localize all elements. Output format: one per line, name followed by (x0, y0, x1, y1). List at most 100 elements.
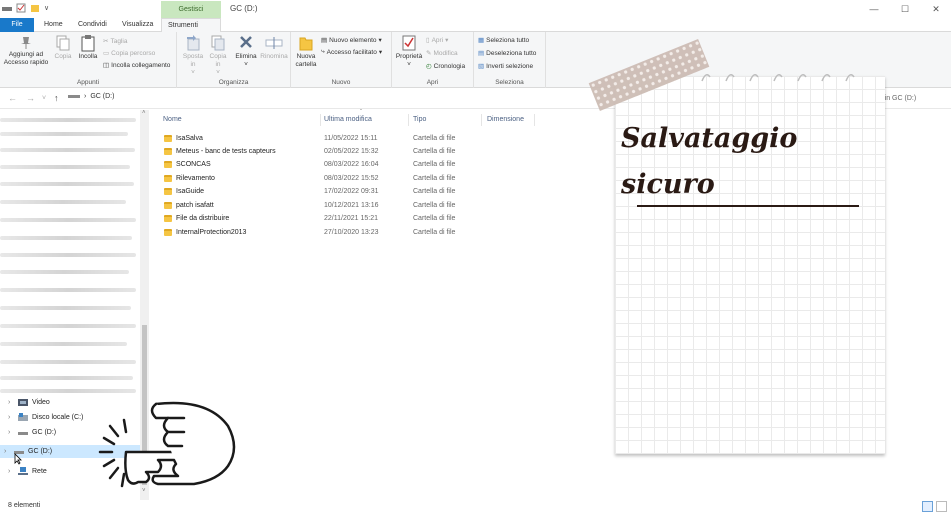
nav-item-video[interactable]: › Video (8, 398, 50, 407)
file-type: Cartella di file (413, 175, 456, 182)
move-to-button[interactable]: Sposta in ˅ (181, 34, 205, 77)
address-path[interactable]: › GC (D:) (68, 92, 114, 100)
pin-quick-access-button[interactable]: Aggiungi ad Accesso rapido (2, 34, 50, 67)
nav-item-disco-c-label: Disco locale (C:) (32, 414, 84, 421)
edit-button[interactable]: ✎ Modifica (426, 49, 458, 58)
column-header-name[interactable]: Nome (163, 116, 182, 123)
scroll-up-icon[interactable]: ˄ (142, 110, 146, 116)
details-view-icon[interactable] (922, 501, 933, 512)
close-button[interactable]: ✕ (922, 2, 950, 16)
table-row[interactable]: patch isafatt 10/12/2021 13:16 Cartella di… (164, 200, 604, 213)
breadcrumb-current: GC (D:) (90, 92, 115, 100)
column-separator[interactable] (481, 114, 482, 126)
blurred-nav-item (0, 288, 136, 292)
removable-drive-icon (18, 432, 28, 435)
file-name: IsaGuide (176, 188, 205, 195)
history-button[interactable]: ◴ Cronologia (426, 62, 465, 71)
chevron-right-icon[interactable]: › (8, 399, 14, 406)
nav-item-gc-d-selected-label: GC (D:) (28, 448, 53, 455)
rename-text: Rinomina (260, 53, 288, 60)
chevron-right-icon[interactable]: › (8, 468, 14, 475)
back-arrow-icon[interactable]: ← (8, 93, 17, 103)
table-row[interactable]: SCONCAS 08/03/2022 16:04 Cartella di file (164, 159, 604, 172)
file-date: 27/10/2020 13:23 (324, 229, 379, 236)
table-row[interactable]: IsaGuide 17/02/2022 09:31 Cartella di file (164, 186, 604, 199)
column-separator[interactable] (320, 114, 321, 126)
table-row[interactable]: InternalProtection2013 27/10/2020 13:23 Ca… (164, 227, 604, 240)
new-folder-icon[interactable] (30, 3, 40, 13)
copy-button[interactable]: Copia (52, 34, 74, 61)
nav-item-rete[interactable]: › Rete (8, 467, 47, 476)
delete-button[interactable]: Elimina ˅ (233, 34, 259, 69)
tab-strumenti-dischi[interactable]: Strumenti dischi (161, 18, 221, 43)
properties-button[interactable]: Proprietà ˅ (394, 34, 424, 69)
item-count: 8 elementi (8, 502, 41, 509)
new-item-icon: ▤ (321, 37, 328, 44)
file-date: 11/05/2022 15:11 (324, 135, 378, 142)
chevron-right-icon[interactable]: › (4, 448, 10, 455)
quick-access-toolbar: ∨ (2, 3, 49, 13)
minimize-button[interactable]: — (860, 2, 888, 16)
copy-path-button[interactable]: ▭ Copia percorso (103, 49, 155, 58)
tab-file[interactable]: File (0, 18, 34, 32)
breadcrumb-separator-icon: › (84, 92, 87, 100)
file-name: Rilevamento (176, 175, 215, 182)
recent-chevron-icon[interactable]: ˅ (42, 95, 46, 102)
paste-shortcut-icon: ◫ (103, 62, 110, 69)
title-bar: ∨ Gestisci GC (D:) — ☐ ✕ (0, 0, 951, 18)
properties-icon[interactable] (16, 3, 26, 13)
easy-access-button[interactable]: ⤷ Accesso facilitato ▾ (321, 48, 382, 56)
table-row[interactable]: File da distribuire 22/11/2021 15:21 Carte… (164, 213, 604, 226)
rename-button[interactable]: Rinomina (260, 34, 288, 61)
tab-visualizza[interactable]: Visualizza (116, 18, 159, 32)
column-separator[interactable] (408, 114, 409, 126)
table-row[interactable]: IsaSalva 11/05/2022 15:11 Cartella di file (164, 133, 604, 146)
overlay-title-line-2: sicuro (621, 169, 715, 200)
copy-to-button[interactable]: Copia in ˅ (207, 34, 229, 77)
table-row[interactable]: Meteus - banc de tests capteurs 02/05/202… (164, 146, 604, 159)
blurred-nav-item (0, 306, 131, 310)
blurred-nav-item (0, 376, 133, 380)
nav-item-gc-d-selected[interactable]: › GC (D:) (4, 447, 52, 456)
folder-icon (164, 148, 172, 155)
nav-item-rete-label: Rete (32, 468, 47, 475)
forward-arrow-icon[interactable]: → (26, 93, 35, 103)
paste-shortcut-label: Incolla collegamento (111, 61, 171, 69)
nav-item-gc-d[interactable]: › GC (D:) (8, 428, 56, 437)
copy-label: Copia (54, 53, 72, 60)
select-all-button[interactable]: ▦ Seleziona tutto (478, 36, 529, 45)
open-button[interactable]: ▯ Apri ▾ (426, 36, 448, 45)
tab-home[interactable]: Home (38, 18, 69, 32)
group-label-seleziona: Seleziona (495, 79, 524, 86)
context-tab-label: Gestisci (161, 1, 221, 18)
new-folder-button[interactable]: Nuova cartella (293, 34, 319, 69)
table-row[interactable]: Rilevamento 08/03/2022 15:52 Cartella di f… (164, 173, 604, 186)
open-label: Apri (431, 36, 444, 44)
move-to-icon (187, 35, 200, 51)
column-separator[interactable] (534, 114, 535, 126)
new-item-button[interactable]: ▤ Nuovo elemento ▾ (321, 36, 382, 45)
up-arrow-icon[interactable]: ↑ (54, 93, 59, 103)
column-header-date[interactable]: Ultima modifica (324, 116, 372, 123)
tab-condividi[interactable]: Condividi (72, 18, 113, 32)
chevron-down-icon: ˅ (191, 69, 195, 76)
paste-label: Incolla (78, 53, 98, 60)
easy-access-label: Accesso facilitato (326, 48, 377, 56)
large-icons-view-icon[interactable] (936, 501, 947, 512)
column-header-size[interactable]: Dimensione (487, 116, 524, 123)
paste-shortcut-button[interactable]: ◫ Incolla collegamento (103, 61, 171, 70)
cut-button[interactable]: ✂ Taglia (103, 37, 127, 46)
blurred-nav-item (0, 200, 126, 204)
chevron-right-icon[interactable]: › (8, 429, 14, 436)
chevron-down-icon[interactable]: ∨ (44, 4, 49, 12)
file-date: 08/03/2022 16:04 (324, 161, 379, 168)
clipboard-icon (81, 35, 95, 52)
chevron-right-icon[interactable]: › (8, 414, 14, 421)
nav-item-disco-c[interactable]: › Disco locale (C:) (8, 413, 83, 422)
select-none-button[interactable]: ▤ Deseleziona tutto (478, 49, 536, 58)
move-to-label: Sposta in (182, 53, 204, 68)
invert-selection-button[interactable]: ▧ Inverti selezione (478, 62, 533, 71)
paste-button[interactable]: Incolla (76, 34, 100, 61)
column-header-type[interactable]: Tipo (413, 116, 426, 123)
maximize-button[interactable]: ☐ (891, 2, 919, 16)
